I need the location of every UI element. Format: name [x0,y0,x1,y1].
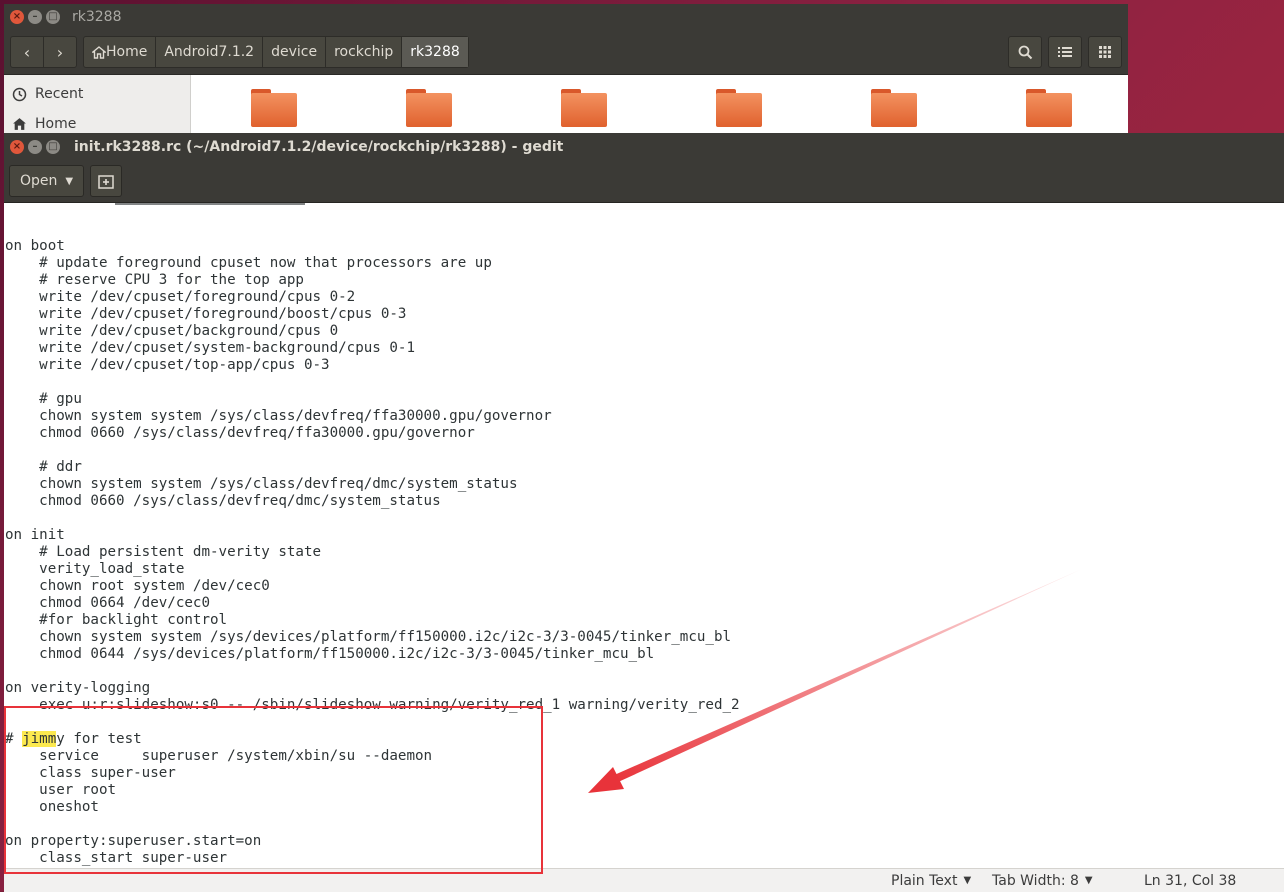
code-line: chown system system /sys/devices/platfor… [5,629,732,645]
list-view-icon [1058,47,1072,57]
breadcrumb-android[interactable]: Android7.1.2 [156,37,264,67]
chevron-left-icon: ‹ [23,42,31,62]
home-icon [92,45,106,59]
home-icon [13,118,26,130]
code-line: write /dev/cpuset/foreground/boost/cpus … [5,306,407,322]
file-manager-window: × – □ rk3288 ‹ › Home Android7.1.2 devic… [4,4,1128,145]
code-line: # ddr [5,459,82,475]
chevron-down-icon: ▼ [65,175,74,187]
grid-view-button[interactable] [1088,36,1122,68]
code-line: on init [5,527,65,543]
annotation-box [4,706,543,874]
grid-view-icon [1099,46,1111,58]
folder-icon[interactable] [251,89,297,127]
new-tab-icon [98,174,114,189]
code-line: chmod 0644 /sys/devices/platform/ff15000… [5,646,655,662]
minimize-icon[interactable]: – [28,10,42,24]
close-icon[interactable]: × [10,10,24,24]
close-icon[interactable]: × [10,139,24,154]
folder-icon[interactable] [716,89,762,127]
code-line: chown system system /sys/class/devfreq/d… [5,476,518,492]
breadcrumb-rk3288[interactable]: rk3288 [402,37,468,67]
open-button[interactable]: Open ▼ [9,165,85,197]
folder-icon[interactable] [1026,89,1072,127]
file-manager-toolbar: ‹ › Home Android7.1.2 device rockchip rk… [4,30,1128,75]
list-view-button[interactable] [1048,36,1082,68]
chevron-down-icon: ▼ [963,875,972,886]
search-button[interactable] [1008,36,1042,68]
tab-width-label: Tab Width: 8 [992,872,1079,889]
code-line: chmod 0660 /sys/class/devfreq/dmc/system… [5,493,441,509]
code-line: write /dev/cpuset/top-app/cpus 0-3 [5,357,330,373]
code-line: write /dev/cpuset/system-background/cpus… [5,340,415,356]
chevron-down-icon: ▼ [1084,875,1093,886]
chevron-right-icon: › [56,42,64,62]
sidebar-item-label: Recent [35,86,84,102]
cursor-position-label: Ln 31, Col 38 [1144,872,1237,889]
partial-line-fragment [5,203,305,206]
folder-icon[interactable] [871,89,917,127]
code-line: # Load persistent dm-verity state [5,544,322,560]
minimize-icon[interactable]: – [28,139,42,154]
code-line: on boot [5,238,65,254]
cursor-position: Ln 31, Col 38 [1144,873,1236,889]
tab-width-selector[interactable]: Tab Width: 8 ▼ [992,873,1093,889]
breadcrumb-home[interactable]: Home [84,37,157,67]
clock-icon [12,87,27,101]
code-line: #for backlight control [5,612,228,628]
code-line: chmod 0664 /dev/cec0 [5,595,210,611]
language-selector[interactable]: Plain Text ▼ [891,873,971,889]
code-line: on verity-logging [5,680,151,696]
code-line: chown system system /sys/class/devfreq/f… [5,408,552,424]
gedit-toolbar: Open ▼ [4,160,1284,203]
file-manager-titlebar: × – □ rk3288 [4,4,1128,30]
maximize-icon[interactable]: □ [46,10,60,24]
sidebar-item-label: Home [35,116,77,132]
window-title: rk3288 [72,9,122,25]
breadcrumb-device[interactable]: device [263,37,327,67]
new-document-button[interactable] [90,165,123,197]
sidebar-item-recent[interactable]: Recent [4,79,190,109]
code-line: write /dev/cpuset/background/cpus 0 [5,323,339,339]
window-title: init.rk3288.rc (~/Android7.1.2/device/ro… [74,138,564,155]
code-line: chown root system /dev/cec0 [5,578,270,594]
search-icon [1018,45,1032,59]
code-line: chmod 0660 /sys/class/devfreq/ffa30000.g… [5,425,475,441]
code-line: # update foreground cpuset now that proc… [5,255,492,271]
folder-icon[interactable] [406,89,452,127]
breadcrumb-rockchip[interactable]: rockchip [326,37,403,67]
code-line: write /dev/cpuset/foreground/cpus 0-2 [5,289,356,305]
breadcrumb: Home Android7.1.2 device rockchip rk3288 [83,36,469,68]
back-button[interactable]: ‹ [11,37,43,67]
gedit-titlebar: × – □ init.rk3288.rc (~/Android7.1.2/dev… [4,133,1284,160]
folder-icon[interactable] [561,89,607,127]
code-line: # gpu [5,391,82,407]
language-label: Plain Text [891,872,958,889]
open-label: Open [20,173,58,189]
forward-button[interactable]: › [43,37,76,67]
code-line: # reserve CPU 3 for the top app [5,272,304,288]
breadcrumb-label: Home [106,44,148,60]
maximize-icon[interactable]: □ [46,139,60,154]
code-line: verity_load_state [5,561,185,577]
